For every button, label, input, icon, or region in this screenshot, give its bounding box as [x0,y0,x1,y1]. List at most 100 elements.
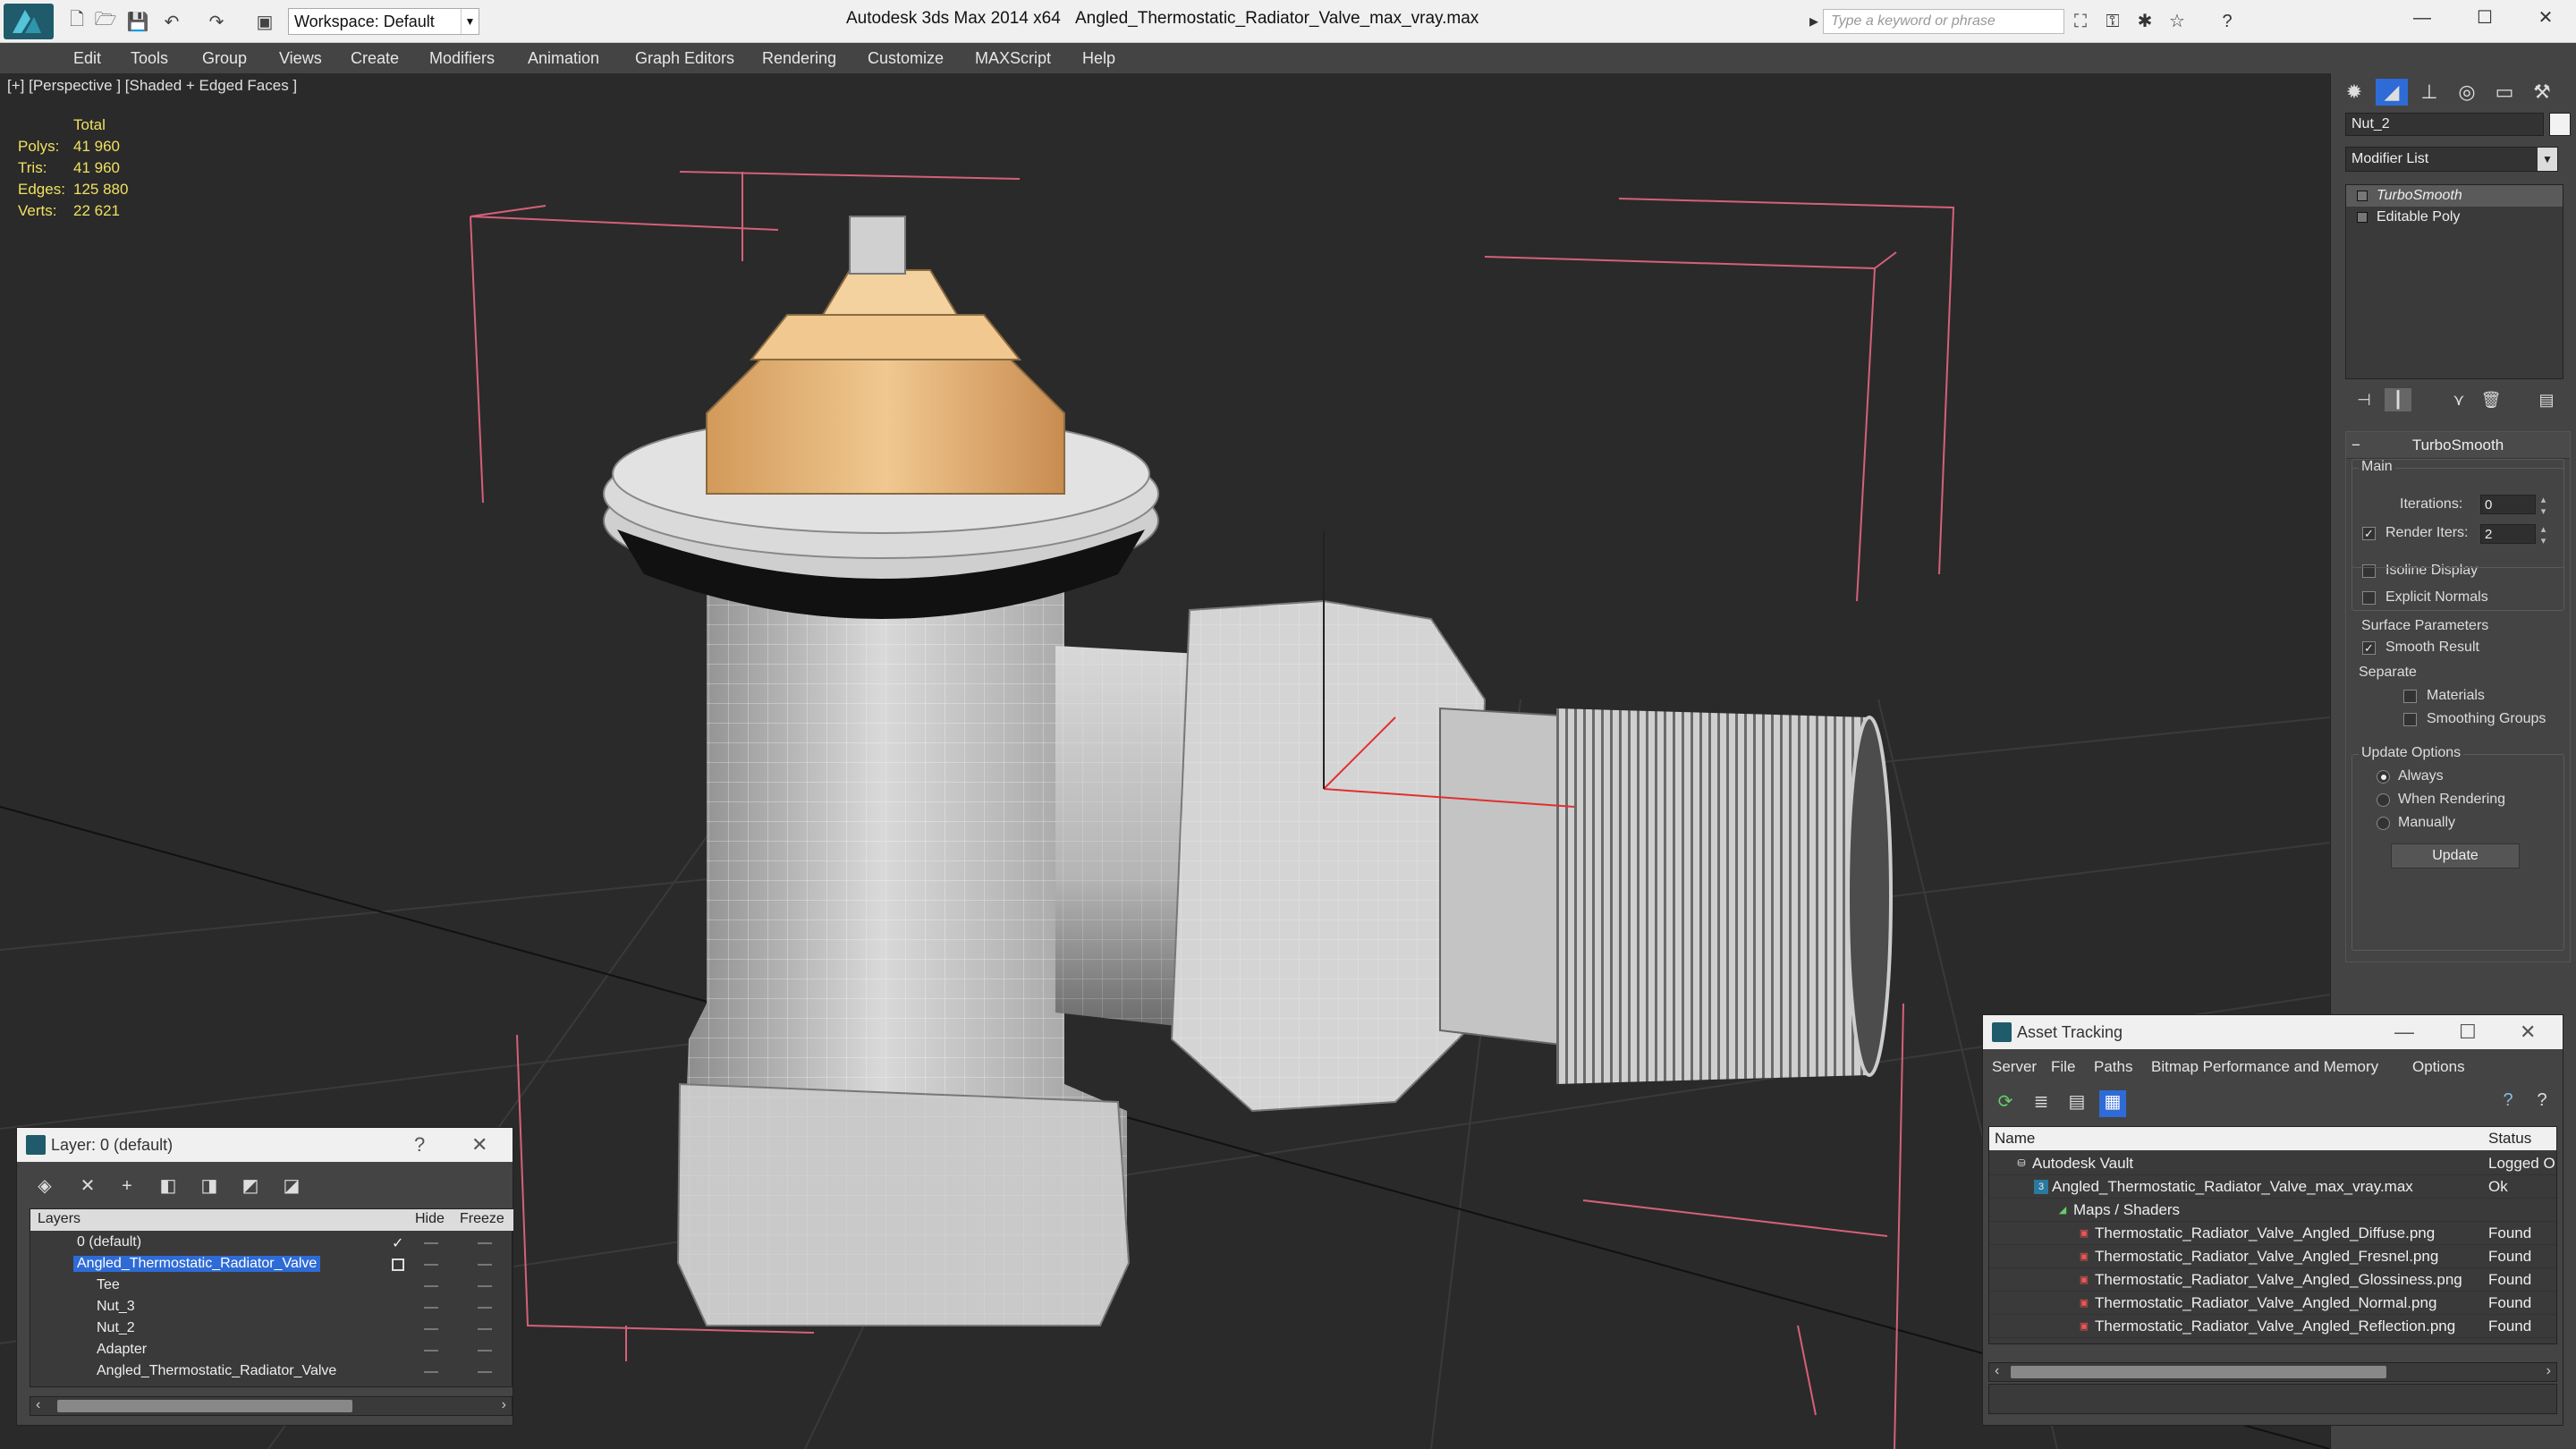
hide-toggle[interactable] [424,1350,438,1352]
col-layers[interactable]: Layers [38,1211,80,1227]
materials-checkbox[interactable] [2403,690,2417,703]
freeze-toggle[interactable] [478,1264,492,1266]
menu-maxscript[interactable]: MAXScript [975,43,1051,73]
close-button[interactable]: ✕ [2513,0,2576,36]
app-logo[interactable] [4,4,54,39]
minimize-button[interactable]: — [2390,0,2454,36]
asset-menu-bitmap[interactable]: Bitmap Performance and Memory [2151,1058,2378,1076]
col-name[interactable]: Name [1995,1130,2035,1148]
motion-tab-icon[interactable]: ◎ [2451,79,2483,106]
freeze-toggle[interactable] [478,1371,492,1373]
asset-row[interactable]: ▣ Thermostatic_Radiator_Valve_Angled_Fres… [1989,1245,2556,1268]
menu-views[interactable]: Views [279,43,322,73]
menu-modifiers[interactable]: Modifiers [429,43,495,73]
project-folder-icon[interactable]: ▣ [252,10,277,33]
rollout-header[interactable]: − TurboSmooth [2346,432,2570,459]
scroll-left-icon[interactable]: ‹ [36,1397,40,1413]
add-icon[interactable]: + [114,1173,140,1199]
close-icon[interactable]: ✕ [2520,1021,2536,1044]
scroll-thumb[interactable] [2011,1366,2386,1378]
asset-menu-paths[interactable]: Paths [2094,1058,2132,1076]
stack-item-turbosmooth[interactable]: TurboSmooth [2346,185,2563,207]
new-file-icon[interactable]: 🗋 [64,10,89,33]
manually-radio[interactable] [2377,817,2390,830]
when-rendering-radio[interactable] [2377,793,2390,807]
configure-sets-icon[interactable]: ▤ [2533,388,2560,411]
vault-help-icon[interactable]: ? [2495,1090,2521,1117]
lightbulb-icon[interactable] [2357,191,2368,201]
display-tab-icon[interactable]: ▭ [2488,79,2521,106]
layer-scrollbar[interactable]: ‹ › [30,1396,513,1416]
menu-rendering[interactable]: Rendering [762,43,836,73]
maximize-icon[interactable]: ☐ [2459,1021,2477,1044]
menu-help[interactable]: Help [1082,43,1115,73]
col-status[interactable]: Status [2488,1130,2531,1148]
asset-row[interactable]: ⛁ Autodesk Vault Logged O [1989,1152,2556,1175]
menu-customize[interactable]: Customize [868,43,944,73]
viewport-label[interactable]: [+] [Perspective ] [Shaded + Edged Faces… [7,77,297,95]
create-tab-icon[interactable]: ✹ [2338,79,2370,106]
asset-panel-header[interactable]: Asset Tracking — ☐ ✕ [1983,1015,2563,1049]
freeze-all-icon[interactable]: ◪ [278,1173,305,1199]
highlight-icon[interactable]: ◨ [196,1173,223,1199]
asset-row[interactable]: ▣ Thermostatic_Radiator_Valve_Angled_Glos… [1989,1268,2556,1292]
expand-icon[interactable] [2357,212,2368,223]
hide-toggle[interactable] [424,1264,438,1266]
utilities-tab-icon[interactable]: ⚒ [2526,79,2558,106]
smooth-result-checkbox[interactable]: ✓ [2362,641,2376,655]
scroll-right-icon[interactable]: › [502,1397,506,1413]
redo-icon[interactable]: ↷ [204,10,229,33]
make-unique-icon[interactable]: ⋎ [2445,388,2472,411]
freeze-toggle[interactable] [478,1285,492,1287]
col-freeze[interactable]: Freeze [460,1211,504,1227]
maximize-button[interactable]: ☐ [2453,0,2517,36]
smoothing-groups-checkbox[interactable] [2403,713,2417,726]
layer-row[interactable]: 0 (default) ✓ [30,1233,512,1254]
asset-menu-options[interactable]: Options [2412,1058,2465,1076]
scroll-thumb[interactable] [57,1400,352,1412]
pin-stack-icon[interactable]: ⊣ [2351,388,2377,411]
layer-row[interactable]: Angled_Thermostatic_Radiator_Valve [30,1254,512,1275]
menu-create[interactable]: Create [351,43,399,73]
binoculars-icon[interactable]: ⛶ [2068,9,2093,34]
menu-edit[interactable]: Edit [73,43,101,73]
workspace-dropdown[interactable]: Workspace: Default ▼ [288,8,479,35]
menu-animation[interactable]: Animation [528,43,599,73]
hide-toggle[interactable] [424,1242,438,1244]
hierarchy-tab-icon[interactable]: ⊥ [2413,79,2445,106]
scroll-left-icon[interactable]: ‹ [1995,1363,1999,1379]
menu-graph-editors[interactable]: Graph Editors [635,43,734,73]
asset-row[interactable]: ▣ Thermostatic_Radiator_Valve_Angled_Diff… [1989,1222,2556,1245]
select-objects-icon[interactable]: ◧ [155,1173,182,1199]
hide-all-icon[interactable]: ◩ [237,1173,264,1199]
table-view-icon[interactable]: ▦ [2099,1090,2126,1117]
help-icon[interactable]: ? [2529,1090,2555,1117]
asset-row[interactable]: ▣ Thermostatic_Radiator_Valve_Angled_Refl… [1989,1315,2556,1338]
freeze-toggle[interactable] [478,1242,492,1244]
hide-toggle[interactable] [424,1371,438,1373]
delete-icon[interactable]: ✕ [74,1173,101,1199]
freeze-toggle[interactable] [478,1350,492,1352]
layer-row[interactable]: Adapter [30,1340,512,1361]
hide-toggle[interactable] [424,1307,438,1309]
current-layer-box[interactable] [392,1258,404,1271]
freeze-toggle[interactable] [478,1307,492,1309]
help-icon[interactable]: ? [2215,9,2240,34]
close-icon[interactable]: ✕ [471,1133,487,1157]
stack-item-editable-poly[interactable]: Editable Poly [2346,207,2563,228]
col-hide[interactable]: Hide [415,1211,445,1227]
exchange-icon[interactable]: ✱ [2132,9,2157,34]
layer-row[interactable]: Nut_2 [30,1318,512,1340]
refresh-icon[interactable]: ⟳ [1992,1090,2019,1117]
explicit-normals-checkbox[interactable] [2362,591,2376,605]
search-input[interactable]: Type a keyword or phrase [1823,9,2064,34]
update-button[interactable]: Update [2391,843,2520,869]
asset-row[interactable]: ▣ Thermostatic_Radiator_Valve_Angled_Norm… [1989,1292,2556,1315]
key-icon[interactable]: ⚿ [2100,9,2125,34]
asset-menu-file[interactable]: File [2051,1058,2075,1076]
modifier-list-dropdown[interactable]: Modifier List ▼ [2345,147,2558,172]
hide-toggle[interactable] [424,1285,438,1287]
always-radio[interactable] [2377,770,2390,784]
favorites-icon[interactable]: ☆ [2165,9,2190,34]
remove-modifier-icon[interactable]: 🗑 [2478,388,2504,411]
